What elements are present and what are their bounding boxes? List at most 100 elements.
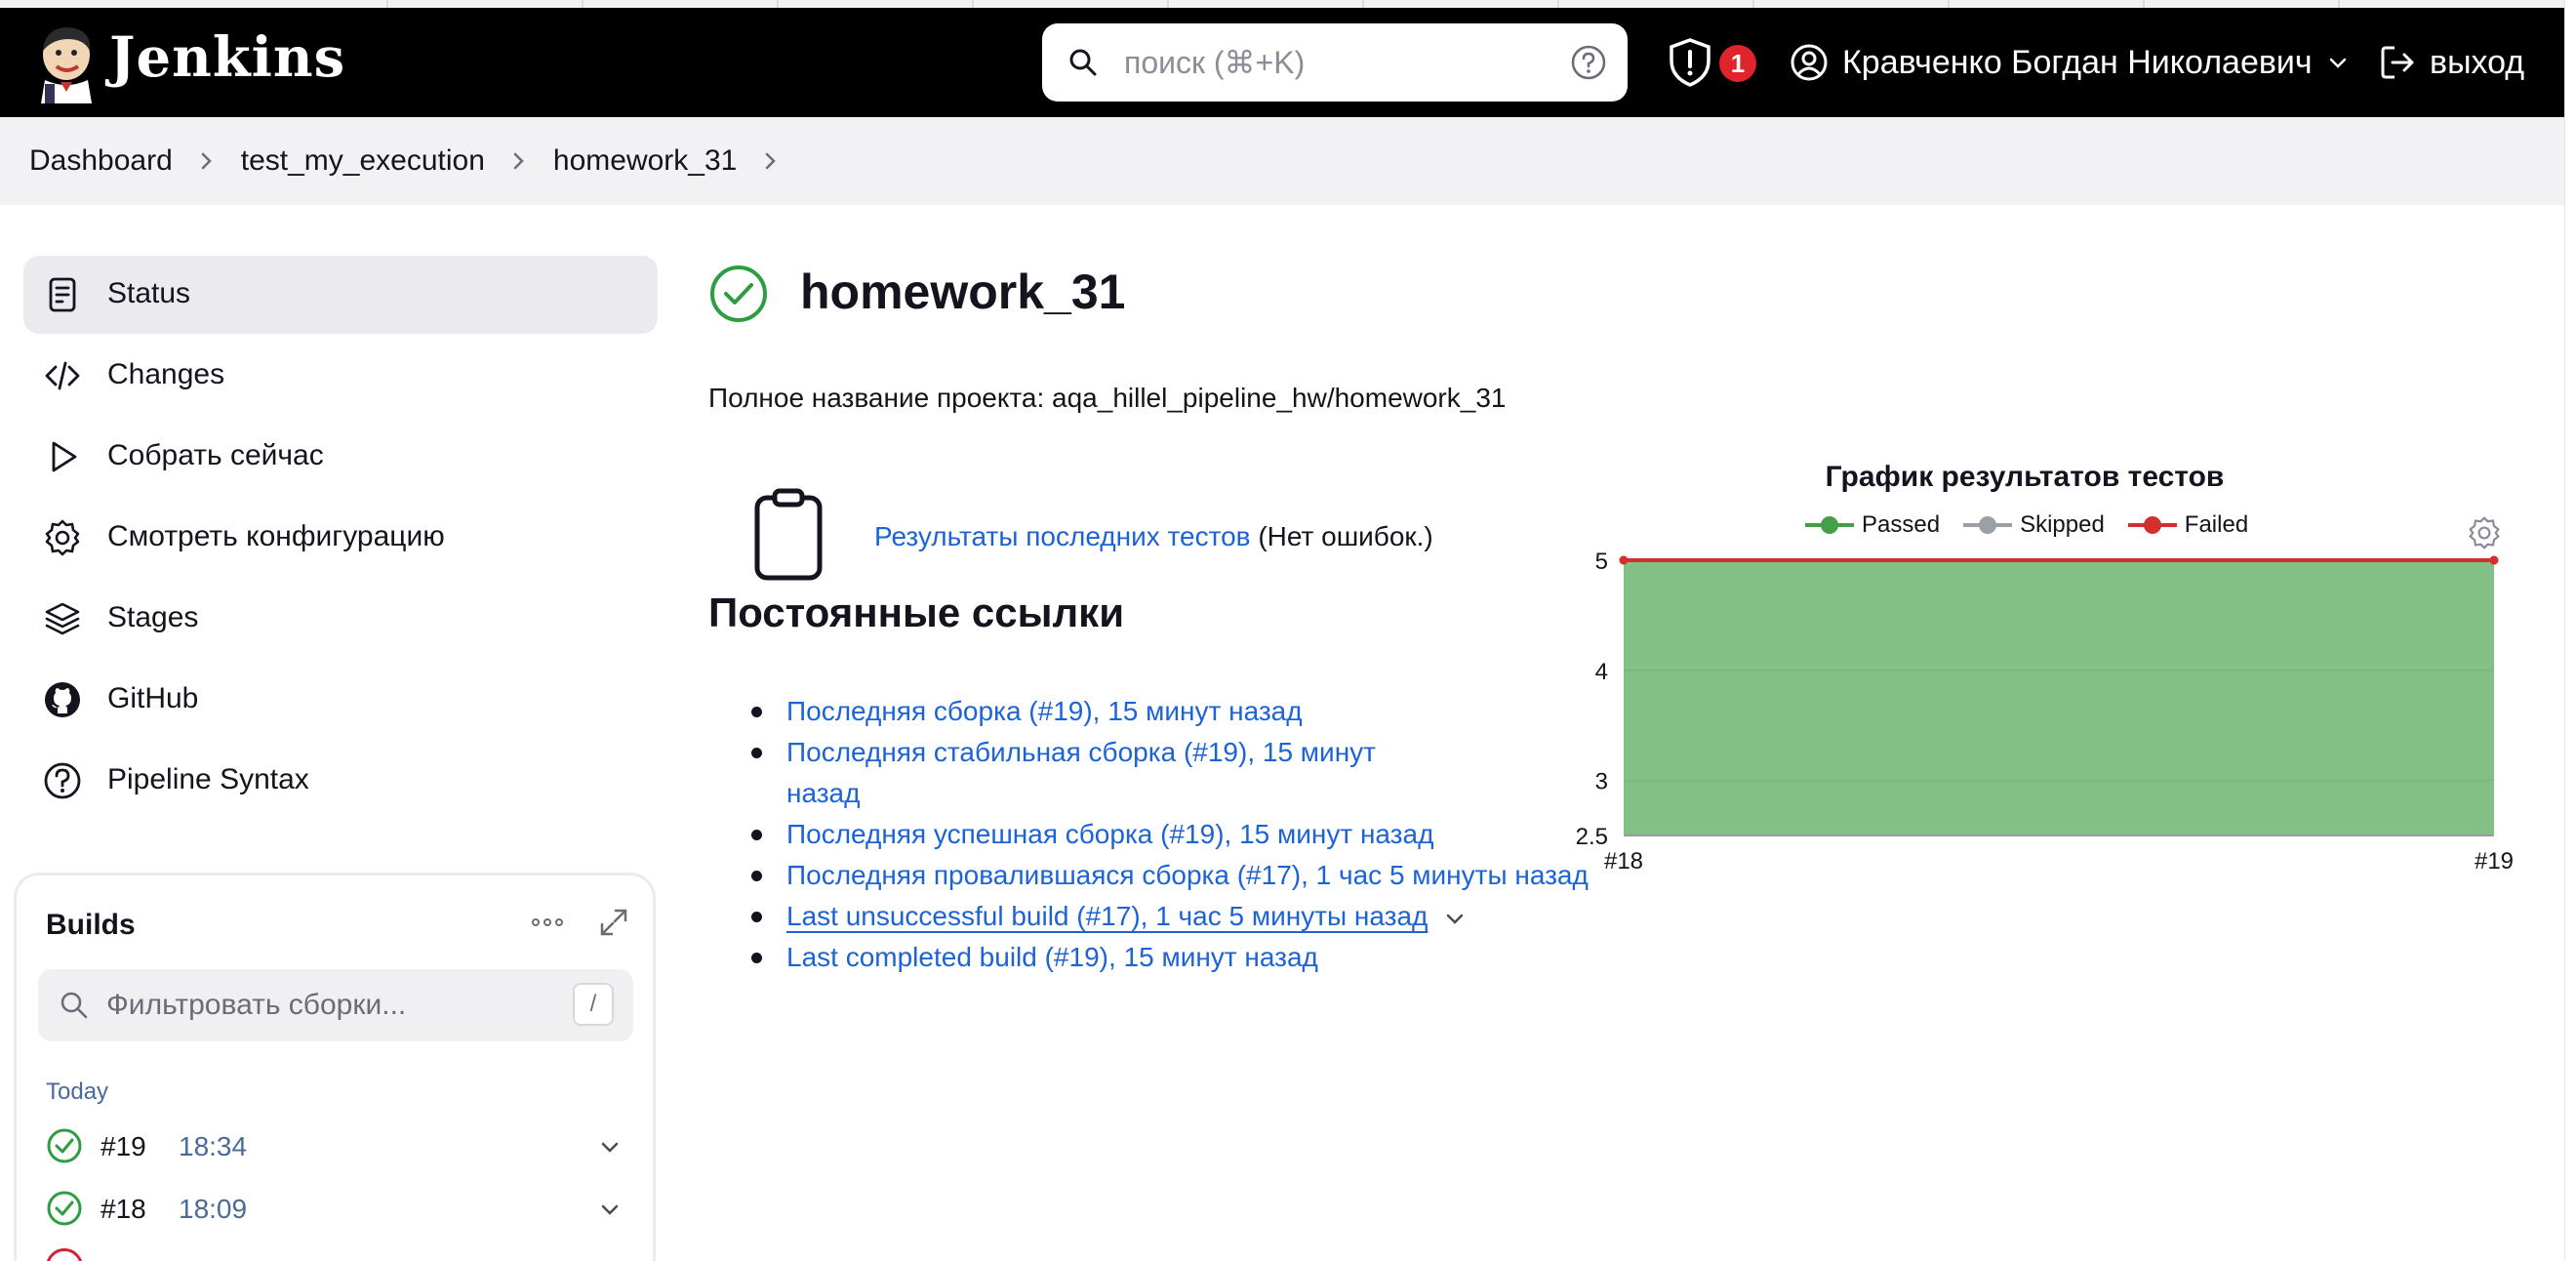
logout-link[interactable]: выход — [2379, 33, 2524, 92]
browser-top-strip — [0, 0, 2576, 8]
sidebar-item-label: Status — [107, 277, 191, 309]
permalink-last-successful[interactable]: Последняя успешная сборка (#19), 15 мину… — [786, 819, 1433, 849]
logout-label[interactable]: выход — [2430, 44, 2524, 82]
legend-item-passed[interactable]: Passed — [1805, 511, 1940, 539]
list-item: Последняя сборка (#19), 15 минут назад — [751, 691, 1649, 732]
chevron-down-icon[interactable] — [598, 1198, 622, 1221]
sidebar-item-label: Собрать сейчас — [107, 439, 324, 471]
help-icon — [44, 762, 81, 799]
layers-icon — [45, 602, 80, 635]
github-icon — [45, 682, 80, 717]
sidebar-item-label: Stages — [107, 601, 199, 633]
sidebar-item-build-now[interactable]: Собрать сейчас — [23, 418, 658, 496]
list-item: Last unsuccessful build (#17), 1 час 5 м… — [751, 896, 1649, 937]
sidebar-item-changes[interactable]: Changes — [23, 337, 658, 415]
x-tick-label: #18 — [1604, 848, 1643, 875]
page-title: homework_31 — [800, 264, 1126, 319]
gear-icon — [45, 519, 80, 556]
data-point-failed — [2489, 555, 2499, 565]
search-icon — [60, 992, 88, 1019]
breadcrumb-dashboard[interactable]: Dashboard — [29, 141, 173, 182]
clipboard-icon — [49, 277, 76, 312]
security-count-badge[interactable]: 1 — [1719, 45, 1756, 82]
more-options-icon[interactable] — [528, 913, 567, 932]
chevron-right-icon — [173, 142, 241, 181]
sidebar-item-status[interactable]: Status — [23, 256, 658, 334]
failed-status-icon — [46, 1248, 83, 1261]
clipboard-icon — [754, 488, 823, 581]
global-search[interactable] — [1042, 23, 1628, 102]
chevron-right-icon — [485, 142, 553, 181]
brand-name[interactable]: Jenkins — [109, 25, 345, 90]
last-test-results-link[interactable]: Результаты последних тестов — [874, 521, 1251, 551]
builds-title: Builds — [46, 909, 136, 941]
search-input[interactable] — [1124, 39, 1534, 86]
success-status-icon — [710, 265, 767, 322]
legend-label: Failed — [2184, 511, 2249, 538]
list-item: Last completed build (#19), 15 минут наз… — [751, 937, 1649, 978]
shortcut-hint: / — [573, 983, 614, 1026]
legend-marker-failed — [2127, 516, 2177, 534]
permalink-last-build[interactable]: Последняя сборка (#19), 15 минут назад — [786, 696, 1303, 726]
permalinks-list: Последняя сборка (#19), 15 минут назад П… — [751, 691, 1649, 978]
chart-legend: Passed Skipped Failed — [1805, 511, 2248, 539]
legend-item-skipped[interactable]: Skipped — [1963, 511, 2105, 539]
breadcrumb: Dashboard test_my_execution homework_31 — [29, 141, 805, 182]
play-icon — [52, 441, 77, 472]
builds-group-label: Today — [46, 1078, 109, 1105]
breadcrumb-job[interactable]: homework_31 — [553, 141, 737, 182]
sidebar-item-stages[interactable]: Stages — [23, 580, 658, 658]
code-icon — [45, 361, 80, 390]
build-time: 18:09 — [179, 1194, 248, 1224]
user-name[interactable]: Кравченко Богдан Николаевич — [1842, 44, 2313, 82]
list-item: Последняя стабильная сборка (#19), 15 ми… — [751, 732, 1434, 814]
legend-label: Skipped — [2020, 511, 2105, 538]
chevron-down-icon[interactable] — [2326, 51, 2350, 74]
sidebar-item-pipeline-syntax[interactable]: Pipeline Syntax — [23, 742, 658, 820]
sidebar-item-label: Pipeline Syntax — [107, 763, 309, 795]
build-number[interactable]: #18 — [101, 1194, 146, 1225]
user-menu[interactable]: Кравченко Богдан Николаевич — [1790, 33, 2350, 92]
permalink-last-failed[interactable]: Последняя провалившаяся сборка (#17), 1 … — [786, 860, 1589, 890]
breadcrumb-folder[interactable]: test_my_execution — [241, 141, 485, 182]
build-row-19[interactable]: #19 18:34 — [46, 1121, 631, 1170]
series-area-passed — [1624, 560, 2494, 835]
sidebar-item-label: GitHub — [107, 682, 199, 714]
list-item: Последняя провалившаяся сборка (#17), 1 … — [751, 855, 1649, 896]
logout-icon — [2381, 46, 2414, 79]
window-right-edge — [2564, 0, 2576, 1261]
permalink-last-completed[interactable]: Last completed build (#19), 15 минут наз… — [786, 942, 1318, 972]
legend-item-failed[interactable]: Failed — [2127, 511, 2249, 539]
data-point-failed — [1619, 555, 1629, 565]
success-check-icon — [47, 1128, 82, 1163]
security-shield-icon[interactable] — [1667, 37, 1713, 88]
list-item: Последняя успешная сборка (#19), 15 мину… — [751, 814, 1434, 855]
x-tick-label: #19 — [2475, 848, 2514, 875]
legend-marker-passed — [1805, 516, 1854, 534]
project-full-name: Полное название проекта: aqa_hillel_pipe… — [708, 383, 1507, 413]
jenkins-logo-icon[interactable] — [27, 21, 109, 103]
chart-title: График результатов тестов — [1825, 461, 2225, 493]
build-row-18[interactable]: #18 18:09 — [46, 1184, 631, 1233]
y-tick-label: 3 — [1595, 769, 1608, 795]
sidebar-item-label: Changes — [107, 358, 225, 390]
build-number[interactable]: #19 — [101, 1131, 146, 1162]
builds-filter-input[interactable] — [106, 983, 536, 1028]
sidebar-item-configure[interactable]: Смотреть конфигурацию — [23, 499, 658, 577]
search-help-icon[interactable] — [1569, 43, 1608, 82]
user-avatar-icon — [1791, 44, 1828, 81]
last-test-results-note: (Нет ошибок.) — [1250, 521, 1433, 551]
permalink-last-stable[interactable]: Последняя стабильная сборка (#19), 15 ми… — [786, 737, 1376, 808]
permalink-last-unsuccessful[interactable]: Last unsuccessful build (#17), 1 час 5 м… — [786, 901, 1428, 931]
breadcrumb-bar: Dashboard test_my_execution homework_31 — [0, 117, 2564, 205]
chevron-down-icon[interactable] — [1443, 907, 1467, 930]
builds-panel: Builds / Today #19 18:34 #18 18:09 — [14, 873, 656, 1261]
legend-marker-skipped — [1963, 516, 2013, 534]
sidebar-item-github[interactable]: GitHub — [23, 661, 658, 739]
chevron-right-icon[interactable] — [737, 142, 805, 181]
builds-filter[interactable]: / — [38, 969, 633, 1041]
last-test-results: Результаты последних тестов (Нет ошибок.… — [874, 521, 1433, 552]
expand-icon[interactable] — [594, 903, 633, 942]
success-check-icon — [47, 1191, 82, 1226]
chevron-down-icon[interactable] — [598, 1135, 622, 1159]
